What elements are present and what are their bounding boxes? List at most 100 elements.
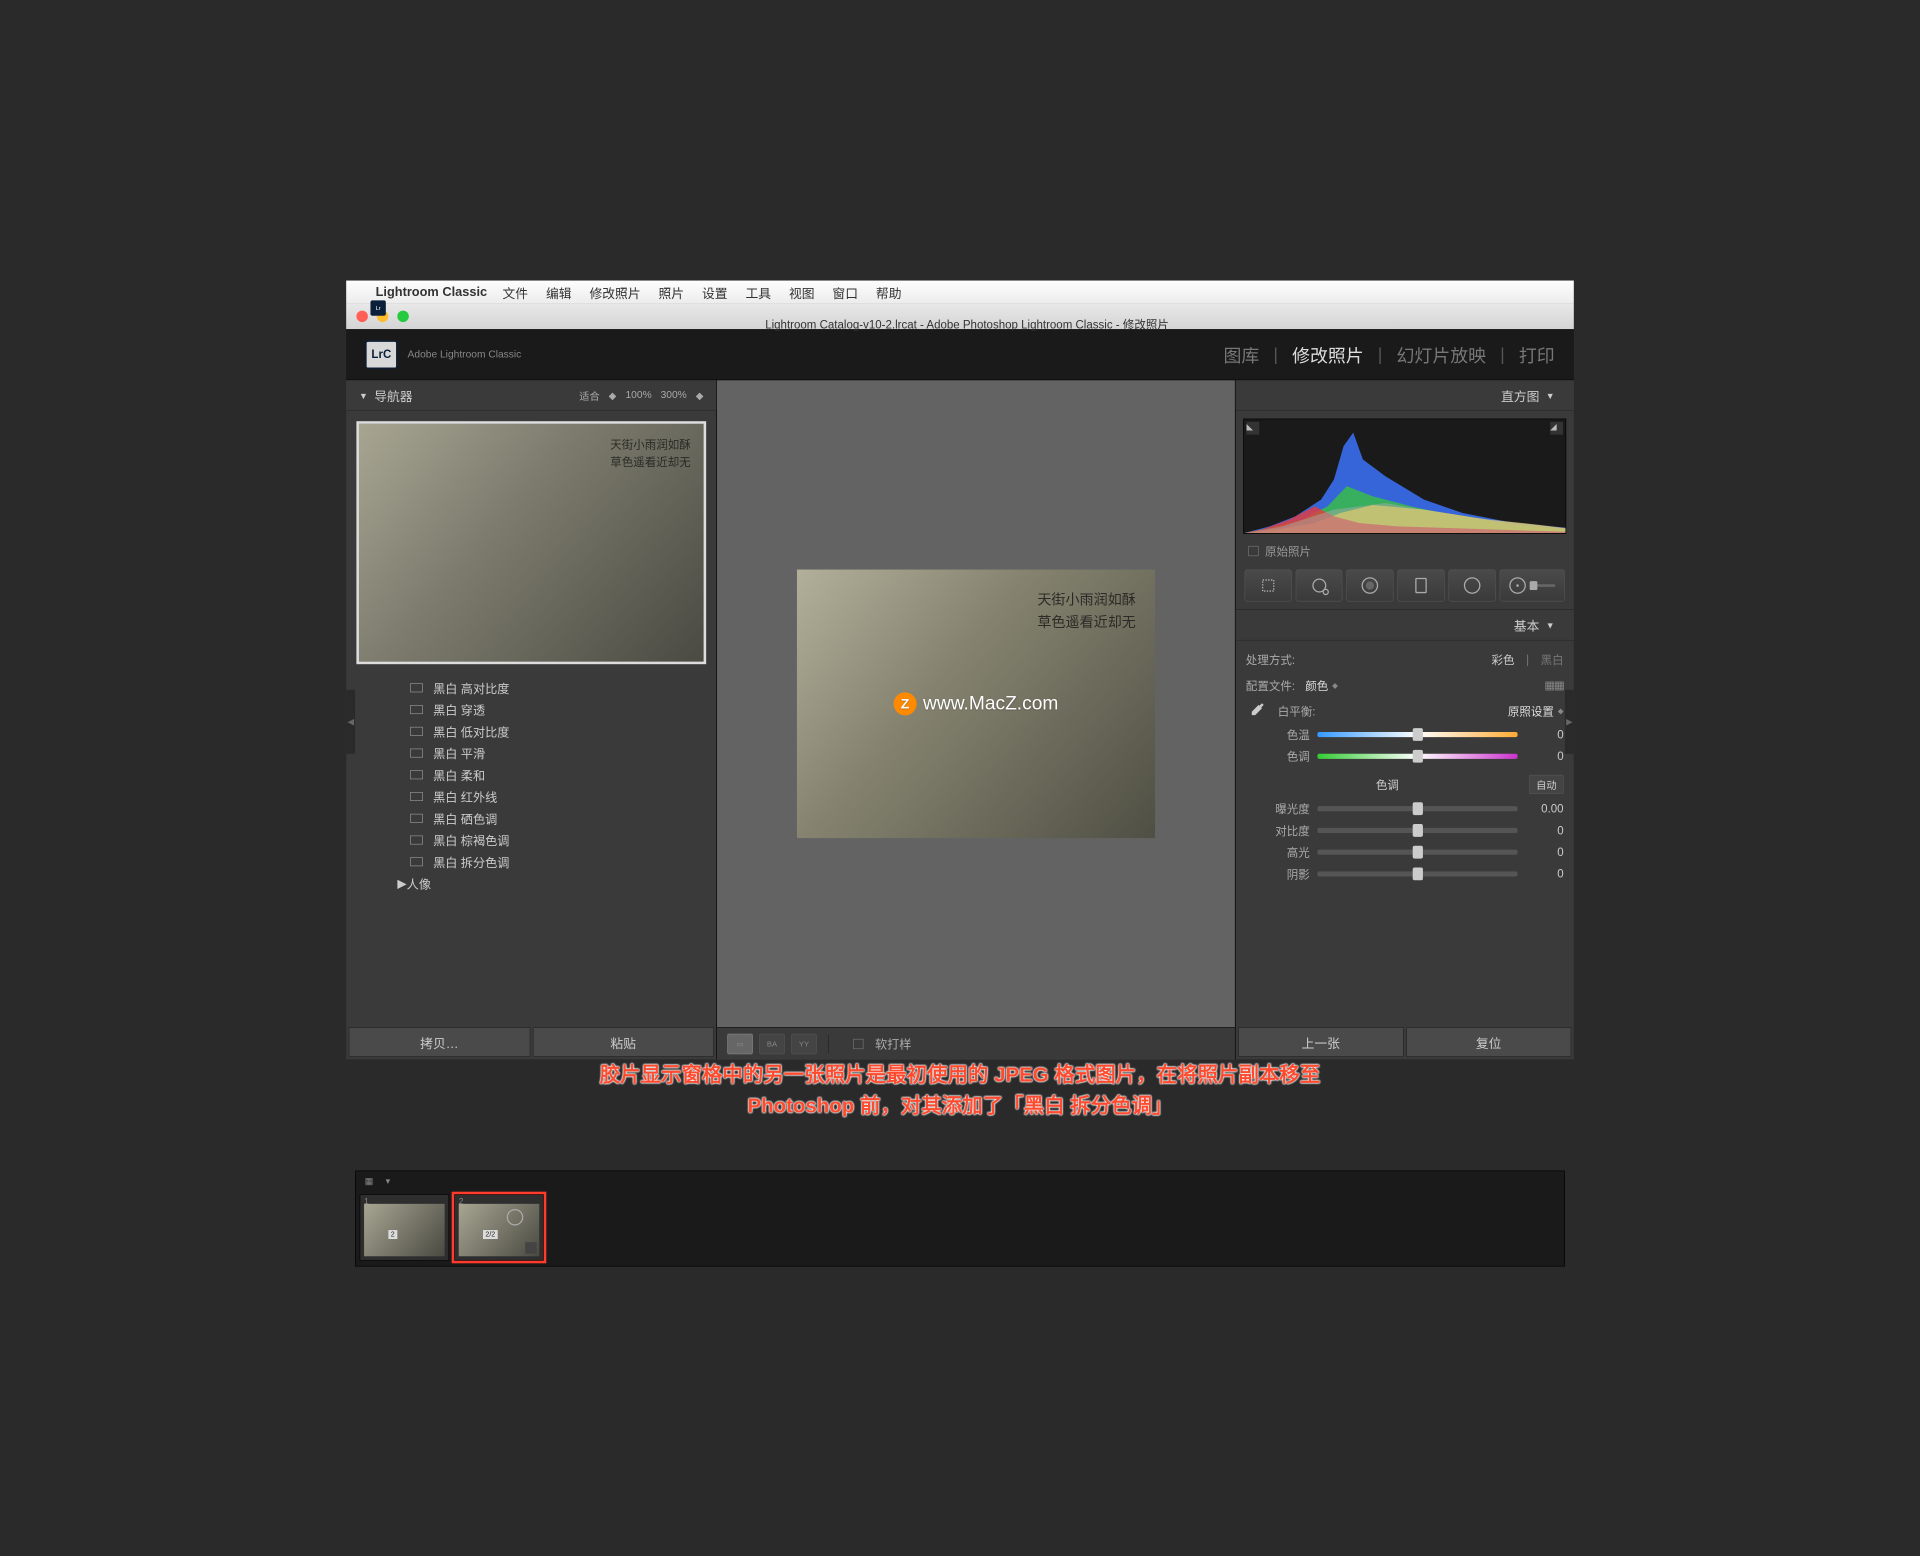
highlights-slider[interactable]: 高光 0	[1246, 841, 1564, 863]
module-print[interactable]: 打印	[1519, 342, 1555, 368]
navigator-preview[interactable]: 天街小雨润如酥 草色遥看近却无	[356, 421, 706, 664]
tone-heading: 色调	[1246, 776, 1529, 793]
preset-group[interactable]: ▶ 人像	[346, 873, 716, 895]
wb-value[interactable]: 原照设置	[1508, 703, 1554, 720]
shadows-value[interactable]: 0	[1525, 867, 1563, 880]
left-panel: ▼ 导航器 适合◆ 100% 300%◆ 天街小雨润如酥 草色遥看近却无 黑白 …	[346, 380, 717, 1059]
window-titlebar: Lr Lightroom Catalog-v10-2.lrcat - Adobe…	[346, 304, 1574, 330]
preset-item[interactable]: 黑白 低对比度	[346, 720, 716, 742]
filmstrip-thumb-selected[interactable]: 2 2/2	[454, 1194, 544, 1260]
menu-settings[interactable]: 设置	[702, 283, 728, 302]
reset-button[interactable]: 复位	[1406, 1027, 1571, 1056]
profile-value[interactable]: 颜色	[1305, 677, 1328, 694]
preset-icon	[410, 857, 423, 866]
preset-item[interactable]: 黑白 棕褐色调	[346, 829, 716, 851]
preset-item[interactable]: 黑白 穿透	[346, 699, 716, 721]
paste-button[interactable]: 粘贴	[533, 1027, 714, 1056]
left-panel-collapse-handle[interactable]: ◀	[346, 690, 355, 754]
preset-item[interactable]: 黑白 硒色调	[346, 807, 716, 829]
treatment-label: 处理方式:	[1246, 651, 1295, 668]
preset-icon	[410, 705, 423, 714]
shadows-slider[interactable]: 阴影 0	[1246, 863, 1564, 885]
disclosure-icon[interactable]: ▼	[1546, 390, 1555, 400]
before-after-lr-button[interactable]: BA	[759, 1033, 785, 1053]
menu-window[interactable]: 窗口	[832, 283, 858, 302]
lrc-logo-icon: LrC	[365, 340, 397, 368]
navigator-title: 导航器	[374, 386, 412, 405]
histogram-header[interactable]: 直方图 ▼	[1236, 380, 1574, 411]
menu-develop[interactable]: 修改照片	[589, 283, 640, 302]
photo-canvas[interactable]: 天街小雨润如酥 草色遥看近却无 Z www.MacZ.com	[717, 380, 1235, 1027]
preset-icon	[410, 792, 423, 801]
mask-tool[interactable]	[1397, 570, 1444, 602]
exposure-value[interactable]: 0.00	[1525, 802, 1563, 815]
original-photo-label: 原始照片	[1265, 543, 1311, 560]
preset-icon	[410, 814, 423, 823]
preset-item[interactable]: 黑白 红外线	[346, 786, 716, 808]
preset-item[interactable]: 黑白 高对比度	[346, 677, 716, 699]
module-develop[interactable]: 修改照片	[1292, 342, 1364, 368]
loupe-view-button[interactable]: ▭	[727, 1033, 753, 1053]
zoom-fit[interactable]: 适合	[579, 388, 599, 403]
disclosure-icon[interactable]: ▼	[1546, 620, 1555, 630]
module-library[interactable]: 图库	[1223, 342, 1259, 368]
contrast-slider[interactable]: 对比度 0	[1246, 820, 1564, 842]
main-photo[interactable]: 天街小雨润如酥 草色遥看近却无 Z www.MacZ.com	[797, 570, 1155, 839]
original-photo-checkbox-row[interactable]: 原始照片	[1236, 541, 1574, 565]
preset-item[interactable]: 黑白 柔和	[346, 764, 716, 786]
basic-panel-header[interactable]: 基本 ▼	[1236, 610, 1574, 641]
menu-help[interactable]: 帮助	[876, 283, 902, 302]
tint-slider[interactable]: 色调 0	[1246, 745, 1564, 767]
contrast-value[interactable]: 0	[1525, 824, 1563, 837]
menu-view[interactable]: 视图	[789, 283, 815, 302]
radial-tool[interactable]	[1448, 570, 1495, 602]
zoom-300[interactable]: 300%	[661, 390, 687, 402]
chevron-down-icon[interactable]: ◆	[1332, 681, 1338, 690]
preset-icon	[410, 749, 423, 758]
zoom-100[interactable]: 100%	[625, 390, 651, 402]
chevron-down-icon[interactable]: ◆	[1558, 706, 1564, 715]
spot-tool[interactable]	[1296, 570, 1343, 602]
right-panel-collapse-handle[interactable]: ▶	[1565, 690, 1574, 754]
right-panel: 直方图 ▼ ◣ ◢ 原始照片	[1235, 380, 1574, 1059]
treatment-color[interactable]: 彩色	[1492, 651, 1515, 668]
histogram-title: 直方图	[1501, 386, 1539, 405]
menu-tools[interactable]: 工具	[745, 283, 771, 302]
shadow-clip-icon[interactable]: ◣	[1246, 422, 1259, 435]
copy-button[interactable]: 拷贝…	[349, 1027, 530, 1056]
soft-proof-checkbox[interactable]	[853, 1039, 863, 1049]
tint-value[interactable]: 0	[1525, 750, 1563, 763]
preset-icon	[410, 770, 423, 779]
menu-file[interactable]: 文件	[502, 283, 528, 302]
auto-tone-button[interactable]: 自动	[1529, 775, 1564, 794]
preset-item[interactable]: 黑白 拆分色调	[346, 851, 716, 873]
profile-browser-icon[interactable]: ▦▦	[1544, 679, 1563, 692]
treatment-bw[interactable]: 黑白	[1541, 651, 1564, 668]
temp-value[interactable]: 0	[1525, 728, 1563, 741]
menu-photo[interactable]: 照片	[659, 283, 685, 302]
module-slideshow[interactable]: 幻灯片放映	[1397, 342, 1487, 368]
disclosure-icon[interactable]: ▼	[359, 390, 368, 400]
app-name[interactable]: Lightroom Classic	[376, 285, 488, 300]
brush-tool[interactable]	[1499, 570, 1564, 602]
close-window-button[interactable]	[356, 311, 368, 323]
before-after-tb-button[interactable]: YY	[791, 1033, 817, 1053]
redeye-tool[interactable]	[1346, 570, 1393, 602]
histogram-chart[interactable]: ◣ ◢	[1243, 419, 1566, 534]
previous-button[interactable]: 上一张	[1238, 1027, 1403, 1056]
preset-item[interactable]: 黑白 平滑	[346, 742, 716, 764]
center-canvas-area: 天街小雨润如酥 草色遥看近却无 Z www.MacZ.com ▭ BA YY 软…	[717, 380, 1235, 1059]
wb-label: 白平衡:	[1278, 703, 1316, 720]
navigator-header[interactable]: ▼ 导航器 适合◆ 100% 300%◆	[346, 380, 716, 411]
highlights-value[interactable]: 0	[1525, 845, 1563, 858]
checkbox-icon[interactable]	[1248, 546, 1258, 556]
profile-label: 配置文件:	[1246, 677, 1295, 694]
crop-tool[interactable]	[1245, 570, 1292, 602]
menu-edit[interactable]: 编辑	[546, 283, 572, 302]
exposure-slider[interactable]: 曝光度 0.00	[1246, 798, 1564, 820]
highlight-clip-icon[interactable]: ◢	[1550, 422, 1563, 435]
eyedropper-icon[interactable]	[1246, 701, 1266, 721]
filmstrip-thumb[interactable]: 1 2	[360, 1194, 450, 1260]
temp-slider[interactable]: 色温 0	[1246, 724, 1564, 746]
filmstrip-info[interactable]: ▦ ▾	[356, 1171, 1564, 1190]
